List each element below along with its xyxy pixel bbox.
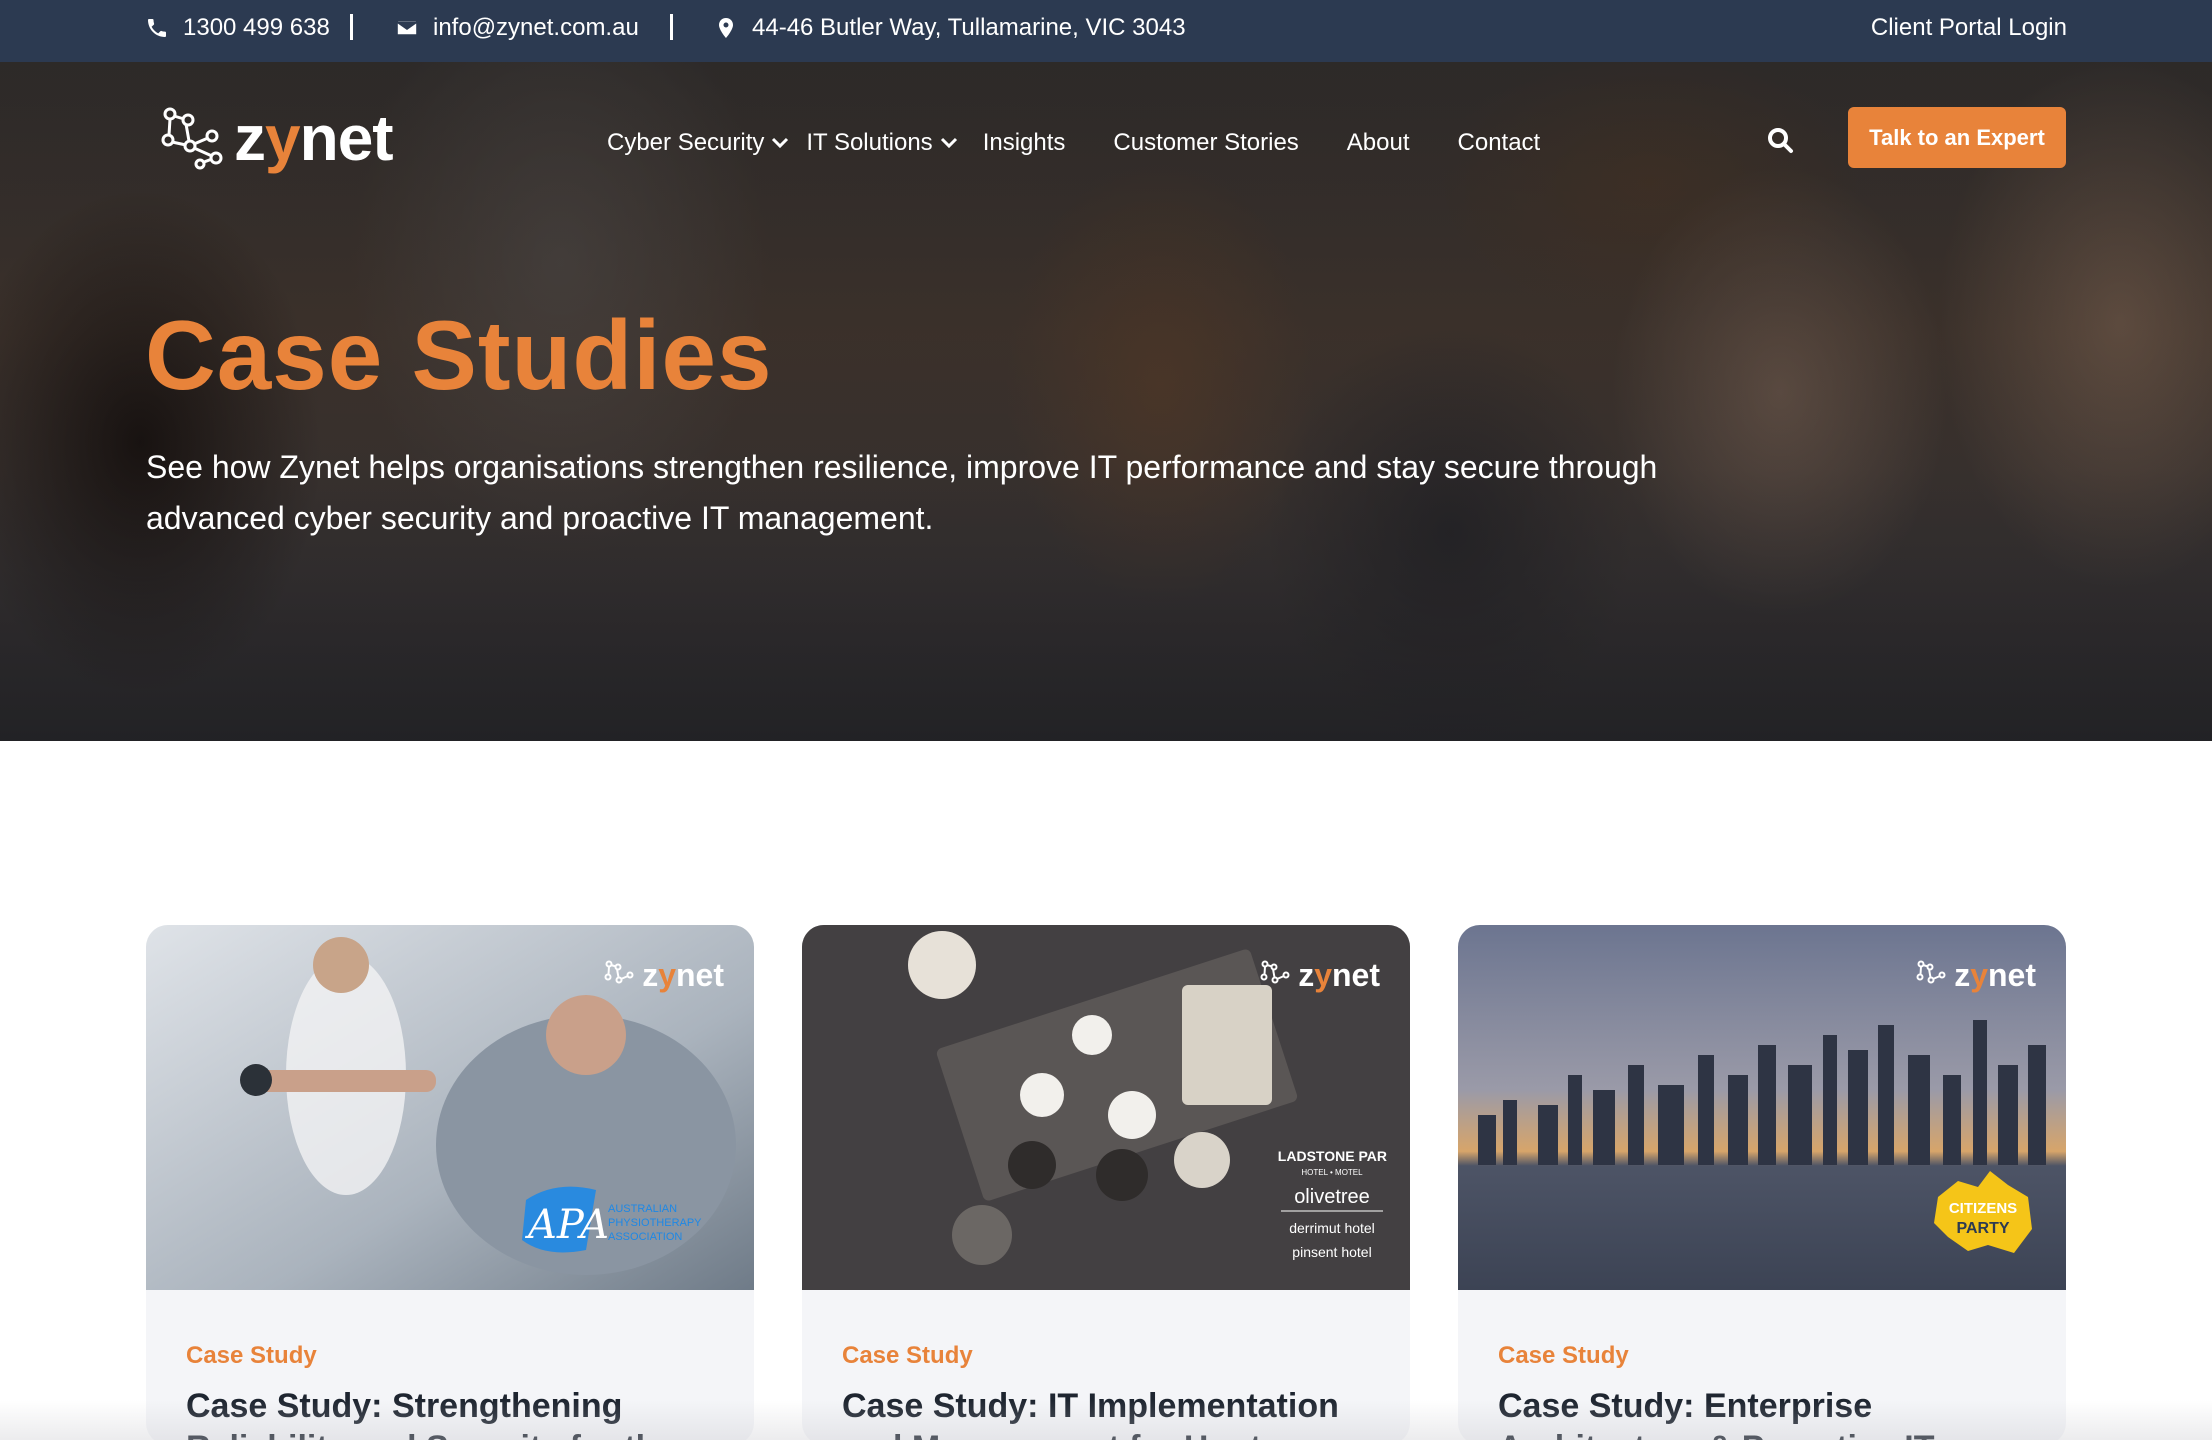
case-study-card[interactable]: z y net CITIZENS PARTY Case Study Case Stu… — [1458, 925, 2066, 1440]
zynet-watermark: z y net — [604, 957, 724, 994]
search-icon — [1768, 128, 1793, 153]
logo-network-icon — [1916, 960, 1946, 983]
card-tag: Case Study — [842, 1342, 973, 1369]
hero-section: zynet Cyber Security IT Solutions Insigh… — [0, 62, 2212, 741]
card-title[interactable]: Case Study: Strengthening Reliability an… — [186, 1385, 716, 1440]
svg-text:PHYSIOTHERAPY: PHYSIOTHERAPY — [608, 1217, 702, 1229]
address-link[interactable]: 44-46 Butler Way, Tullamarine, VIC 3043 — [714, 0, 1186, 56]
chevron-down-icon — [772, 137, 789, 149]
logo-network-icon — [161, 107, 223, 170]
svg-text:ASSOCIATION: ASSOCIATION — [608, 1231, 682, 1243]
address-text: 44-46 Butler Way, Tullamarine, VIC 3043 — [752, 14, 1186, 41]
logo-network-icon — [1260, 960, 1290, 983]
zynet-watermark: z y net — [1260, 957, 1380, 994]
top-contact-bar: 1300 499 638 info@zynet.com.au 44-46 But… — [0, 0, 2212, 62]
nav-customer-stories[interactable]: Customer Stories — [1113, 129, 1298, 157]
case-study-card[interactable]: z y net APA AUSTRALIAN PHYSIOTHERAPY ASSOC… — [146, 925, 754, 1440]
map-pin-icon — [719, 18, 733, 38]
case-study-image: z y net CITIZENS PARTY — [1458, 925, 2066, 1290]
zynet-logo[interactable]: zynet — [160, 98, 400, 178]
case-study-image: z y net APA AUSTRALIAN PHYSIOTHERAPY ASSOC… — [146, 925, 754, 1290]
mail-icon — [396, 20, 418, 36]
page-title: Case Studies — [145, 300, 773, 410]
talk-to-expert-button[interactable]: Talk to an Expert — [1848, 107, 2066, 168]
case-study-grid: z y net APA AUSTRALIAN PHYSIOTHERAPY ASSOC… — [146, 925, 2067, 1440]
logo-network-icon — [604, 960, 634, 983]
logo-wordmark: zynet — [234, 102, 394, 174]
nav-about[interactable]: About — [1347, 129, 1410, 157]
nav-cyber-security[interactable]: Cyber Security — [607, 129, 790, 157]
email-address: info@zynet.com.au — [433, 14, 639, 41]
case-study-card[interactable]: zynet GLADSTONE PARK HOTEL • MOTEL olive… — [802, 925, 1410, 1440]
citizens-party-logo: CITIZENS PARTY — [1934, 1171, 2032, 1253]
zynet-watermark: z y net — [1916, 957, 2036, 994]
case-study-image: zynet GLADSTONE PARK HOTEL • MOTEL olive… — [802, 925, 1410, 1290]
card-tag: Case Study — [1498, 1342, 1629, 1369]
svg-text:olivetree: olivetree — [1294, 1186, 1370, 1208]
divider — [350, 14, 353, 40]
client-portal-login-link[interactable]: Client Portal Login — [1871, 0, 2067, 56]
phone-icon — [148, 19, 166, 37]
svg-text:APA: APA — [524, 1202, 609, 1248]
svg-text:derrimut hotel: derrimut hotel — [1289, 1220, 1375, 1236]
card-title[interactable]: Case Study: Enterprise Architecture & Pr… — [1498, 1385, 2028, 1440]
nav-it-solutions[interactable]: IT Solutions — [806, 129, 958, 157]
nav-contact[interactable]: Contact — [1458, 129, 1541, 157]
main-nav: Cyber Security IT Solutions Insights Cus… — [607, 118, 1588, 168]
nav-insights[interactable]: Insights — [983, 129, 1066, 157]
svg-text:CITIZENS: CITIZENS — [1949, 1200, 2017, 1217]
phone-number: 1300 499 638 — [183, 14, 330, 41]
divider — [670, 14, 673, 40]
chevron-down-icon — [940, 137, 957, 149]
svg-text:HOTEL • MOTEL: HOTEL • MOTEL — [1301, 1168, 1363, 1177]
search-button[interactable] — [1764, 122, 1796, 158]
hotel-group-logos: GLADSTONE PARK HOTEL • MOTEL olivetree d… — [1277, 1148, 1387, 1260]
card-title[interactable]: Case Study: IT Implementation and Manage… — [842, 1385, 1372, 1440]
email-link[interactable]: info@zynet.com.au — [395, 0, 639, 56]
svg-text:AUSTRALIAN: AUSTRALIAN — [608, 1203, 677, 1215]
apa-logo: APA AUSTRALIAN PHYSIOTHERAPY ASSOCIATION — [522, 1186, 702, 1253]
svg-text:GLADSTONE PARK: GLADSTONE PARK — [1277, 1148, 1387, 1164]
phone-link[interactable]: 1300 499 638 — [145, 0, 330, 56]
card-tag: Case Study — [186, 1342, 317, 1369]
svg-text:pinsent hotel: pinsent hotel — [1292, 1244, 1371, 1260]
svg-text:PARTY: PARTY — [1956, 1220, 2009, 1237]
page-subtitle: See how Zynet helps organisations streng… — [146, 449, 1658, 536]
